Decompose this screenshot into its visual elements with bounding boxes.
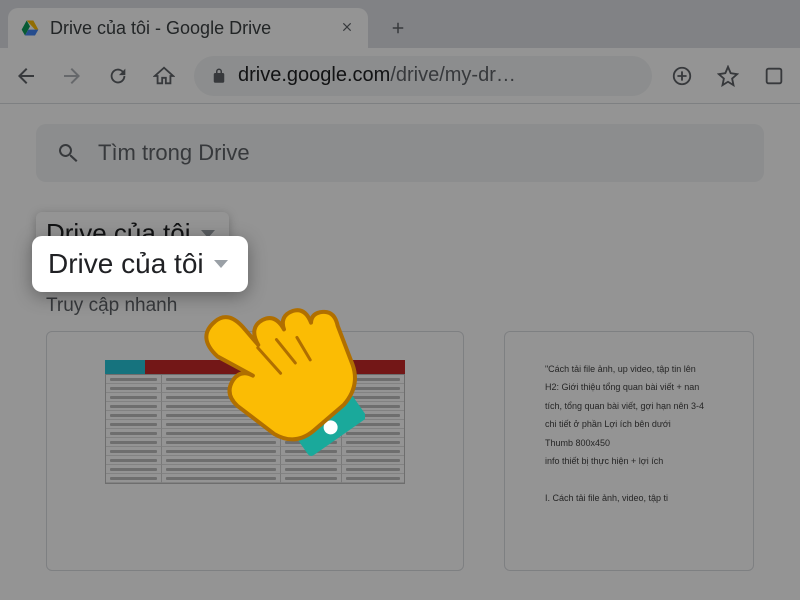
browser-tab-active[interactable]: Drive của tôi - Google Drive bbox=[8, 8, 368, 48]
close-tab-icon[interactable] bbox=[340, 17, 354, 40]
extensions-button[interactable] bbox=[758, 60, 790, 92]
new-tab-button[interactable] bbox=[382, 12, 414, 44]
address-bar[interactable]: drive.google.com/drive/my-dr… bbox=[194, 56, 652, 96]
lock-icon bbox=[210, 67, 228, 85]
address-bar-url: drive.google.com/drive/my-dr… bbox=[238, 64, 516, 87]
home-button[interactable] bbox=[148, 60, 180, 92]
quick-access-card[interactable]: "Cách tải file ảnh, up video, tập tin lê… bbox=[504, 331, 754, 571]
search-input[interactable]: Tìm trong Drive bbox=[36, 124, 764, 182]
search-icon bbox=[56, 141, 80, 165]
back-button[interactable] bbox=[10, 60, 42, 92]
browser-tab-title: Drive của tôi - Google Drive bbox=[50, 18, 330, 39]
browser-toolbar: drive.google.com/drive/my-dr… bbox=[0, 48, 800, 104]
tutorial-pointer-hand-icon bbox=[165, 272, 365, 472]
install-app-button[interactable] bbox=[666, 60, 698, 92]
bookmark-button[interactable] bbox=[712, 60, 744, 92]
quick-access-cards: "Cách tải file ảnh, up video, tập tin lê… bbox=[0, 331, 800, 571]
reload-button[interactable] bbox=[102, 60, 134, 92]
doc-preview: "Cách tải file ảnh, up video, tập tin lê… bbox=[545, 362, 704, 509]
drive-content: Tìm trong Drive Drive của tôi Truy cập n… bbox=[0, 104, 800, 600]
drive-favicon-icon bbox=[20, 18, 40, 38]
chevron-down-icon bbox=[214, 260, 228, 268]
search-placeholder: Tìm trong Drive bbox=[98, 140, 250, 166]
browser-tab-strip: Drive của tôi - Google Drive bbox=[0, 0, 800, 48]
forward-button[interactable] bbox=[56, 60, 88, 92]
